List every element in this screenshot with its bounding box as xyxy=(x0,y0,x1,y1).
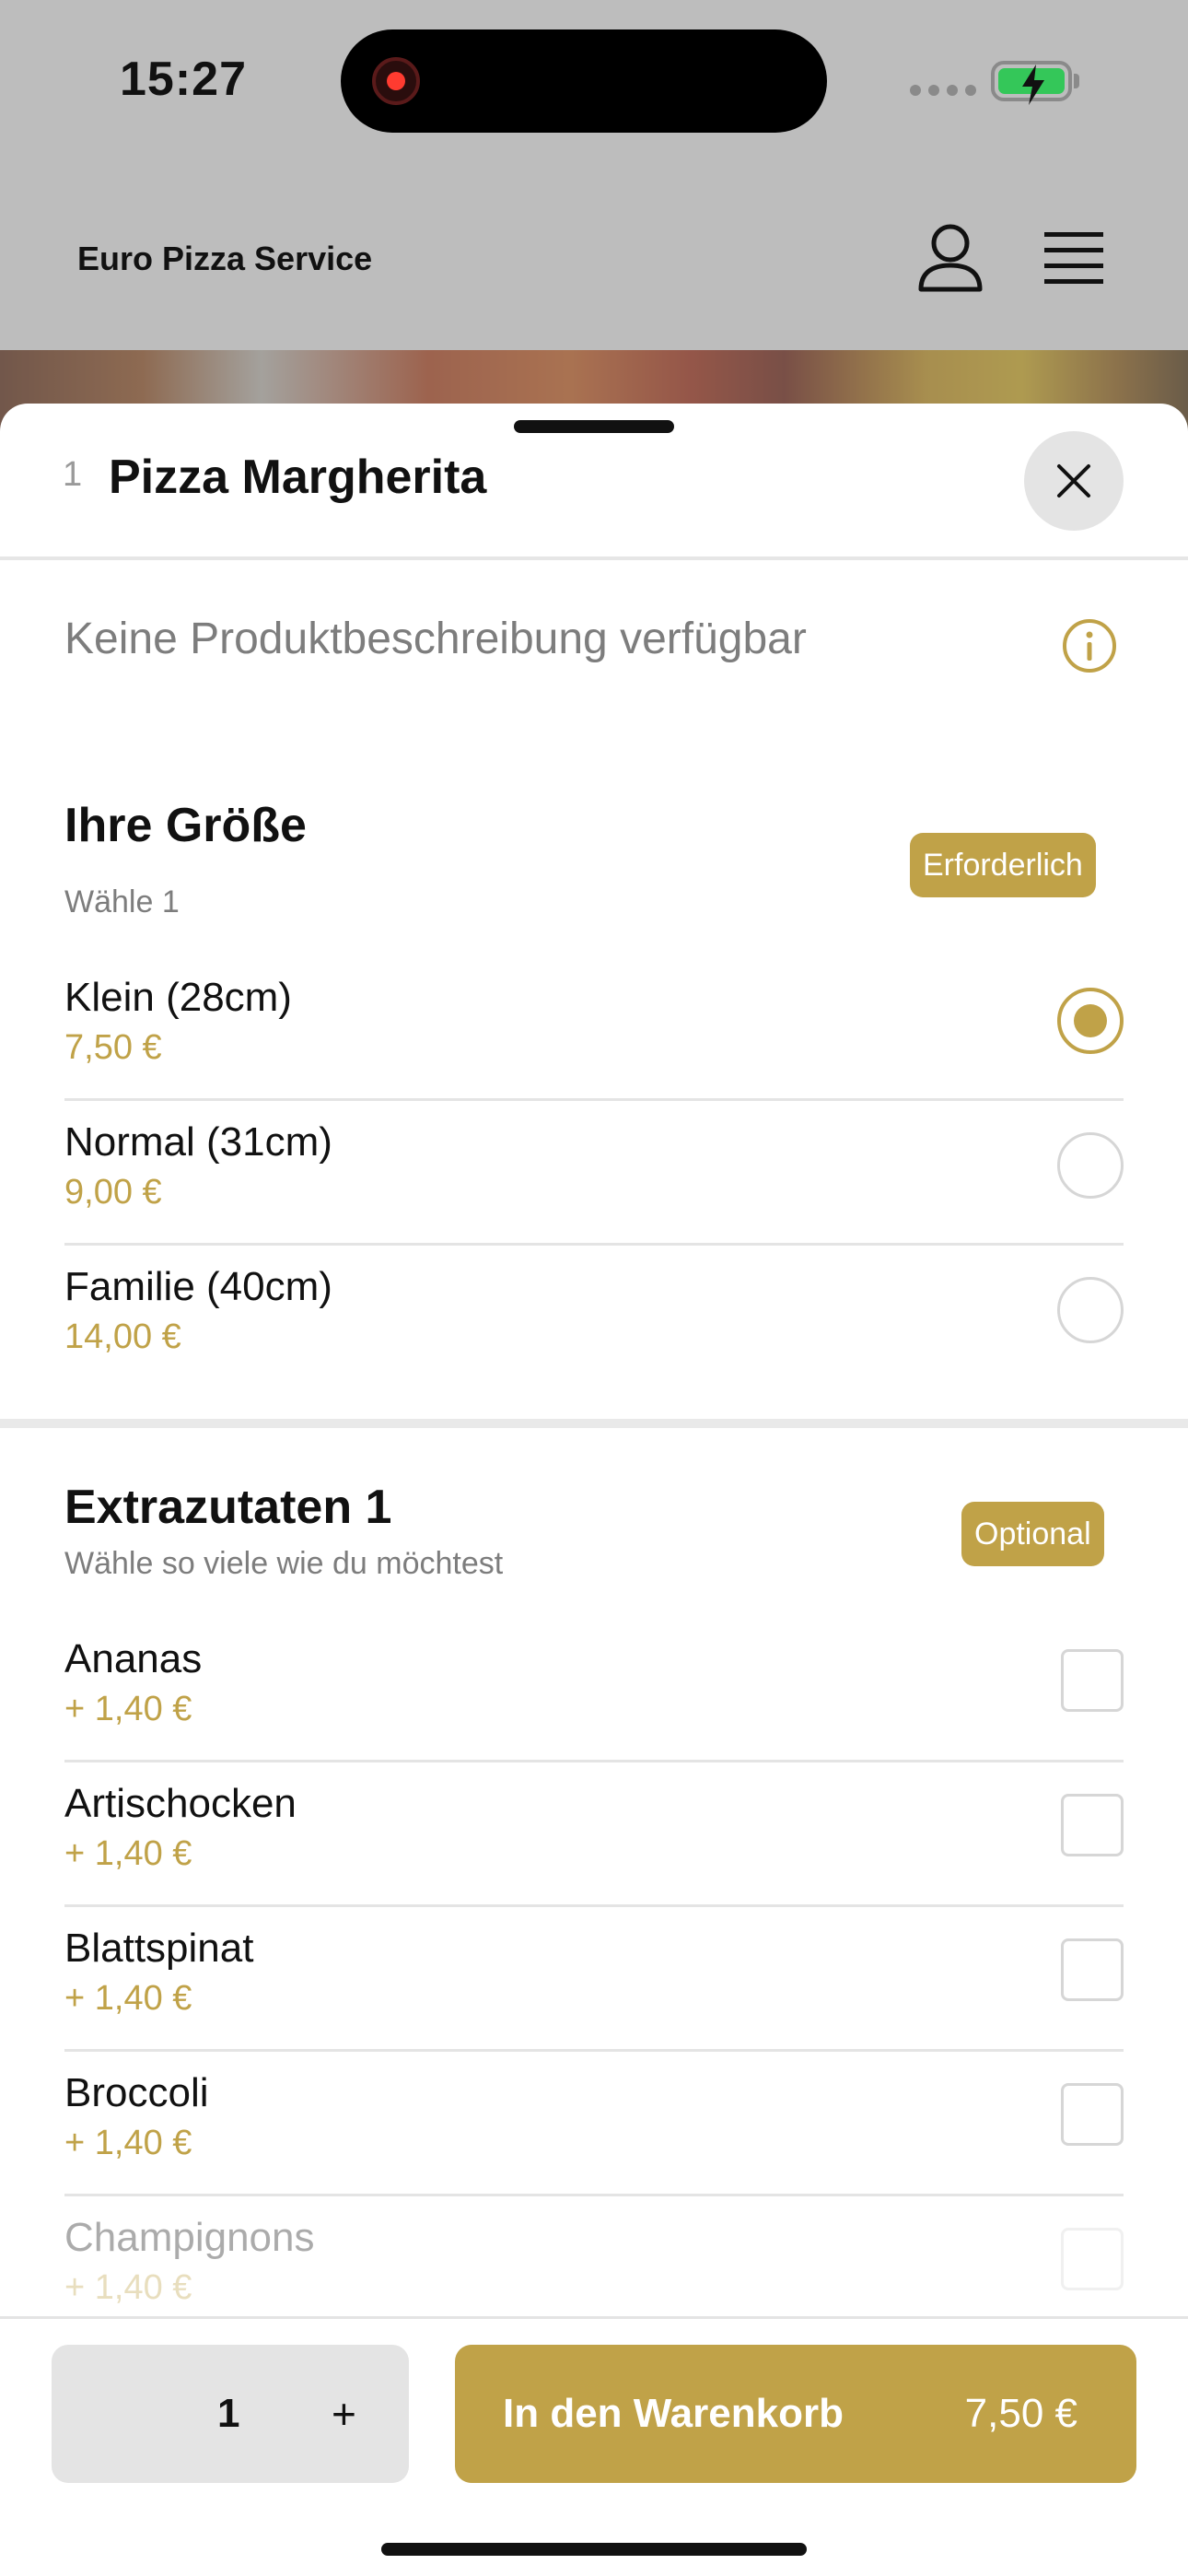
home-indicator[interactable] xyxy=(381,2543,807,2556)
required-badge: Erforderlich xyxy=(910,833,1096,897)
option-name: Champignons xyxy=(64,2215,315,2260)
size-option[interactable]: Klein (28cm) 7,50 € xyxy=(64,956,1124,1101)
extra-option[interactable]: Ananas + 1,40 € xyxy=(64,1618,1124,1762)
optional-badge: Optional xyxy=(961,1502,1104,1566)
option-price: + 1,40 € xyxy=(64,1690,192,1728)
status-bar: 15:27 xyxy=(0,0,1188,166)
dynamic-island xyxy=(341,29,827,133)
radio-unselected[interactable] xyxy=(1057,1277,1124,1343)
size-section-subtitle: Wähle 1 xyxy=(64,884,180,919)
info-icon[interactable] xyxy=(1061,617,1118,674)
section-divider xyxy=(0,1419,1188,1428)
item-title: Pizza Margherita xyxy=(109,451,487,504)
close-button[interactable] xyxy=(1024,431,1124,531)
checkbox[interactable] xyxy=(1061,1938,1124,2001)
brand-title[interactable]: Euro Pizza Service xyxy=(77,240,372,278)
option-price: + 1,40 € xyxy=(64,2124,192,2162)
increment-button[interactable]: + xyxy=(332,2389,356,2439)
screen-recording-icon xyxy=(372,57,420,105)
checkbox[interactable] xyxy=(1061,1794,1124,1856)
hamburger-menu-icon[interactable] xyxy=(1042,230,1105,286)
option-name: Familie (40cm) xyxy=(64,1264,332,1309)
checkbox[interactable] xyxy=(1061,2228,1124,2290)
item-number: 1 xyxy=(63,455,83,494)
user-icon[interactable] xyxy=(917,223,984,293)
size-option[interactable]: Normal (31cm) 9,00 € xyxy=(64,1101,1124,1246)
option-price: 9,00 € xyxy=(64,1173,162,1212)
bottom-action-bar: 1 + In den Warenkorb 7,50 € xyxy=(0,2316,1188,2576)
app-header: Euro Pizza Service xyxy=(0,166,1188,350)
size-section-title: Ihre Größe xyxy=(64,799,307,852)
option-price: 7,50 € xyxy=(64,1028,162,1067)
product-description: Keine Produktbeschreibung verfügbar xyxy=(64,615,807,663)
option-name: Broccoli xyxy=(64,2070,209,2115)
extra-option[interactable]: Broccoli + 1,40 € xyxy=(64,2052,1124,2196)
product-sheet: 1 Pizza Margherita Keine Produktbeschrei… xyxy=(0,404,1188,2576)
option-price: + 1,40 € xyxy=(64,1979,192,2018)
add-to-cart-button[interactable]: In den Warenkorb 7,50 € xyxy=(455,2345,1136,2483)
quantity-stepper[interactable]: 1 + xyxy=(52,2345,409,2483)
option-price: + 1,40 € xyxy=(64,2268,192,2307)
extra-option[interactable]: Blattspinat + 1,40 € xyxy=(64,1907,1124,2052)
status-time: 15:27 xyxy=(120,53,247,106)
radio-selected[interactable] xyxy=(1057,988,1124,1054)
checkbox[interactable] xyxy=(1061,2083,1124,2146)
option-name: Blattspinat xyxy=(64,1926,254,1971)
option-name: Normal (31cm) xyxy=(64,1119,332,1165)
extras-section-subtitle: Wähle so viele wie du möchtest xyxy=(64,1546,504,1581)
option-name: Artischocken xyxy=(64,1781,297,1826)
size-option[interactable]: Familie (40cm) 14,00 € xyxy=(64,1246,1124,1390)
divider xyxy=(0,556,1188,560)
signal-icon xyxy=(910,85,976,96)
extra-option[interactable]: Artischocken + 1,40 € xyxy=(64,1762,1124,1907)
option-price: + 1,40 € xyxy=(64,1834,192,1873)
sheet-header: 1 Pizza Margherita xyxy=(0,404,1188,556)
checkbox[interactable] xyxy=(1061,1649,1124,1712)
option-name: Klein (28cm) xyxy=(64,975,292,1020)
add-to-cart-label: In den Warenkorb xyxy=(503,2391,844,2436)
option-price: 14,00 € xyxy=(64,1317,181,1356)
battery-icon xyxy=(991,61,1072,105)
extras-section-title: Extrazutaten 1 xyxy=(64,1481,392,1534)
cart-total-price: 7,50 € xyxy=(964,2391,1077,2436)
battery-nub xyxy=(1074,74,1079,88)
close-icon xyxy=(1057,464,1090,498)
quantity-value: 1 xyxy=(217,2391,240,2436)
charging-bolt-icon xyxy=(1022,64,1044,105)
option-name: Ananas xyxy=(64,1636,203,1681)
radio-unselected[interactable] xyxy=(1057,1132,1124,1199)
